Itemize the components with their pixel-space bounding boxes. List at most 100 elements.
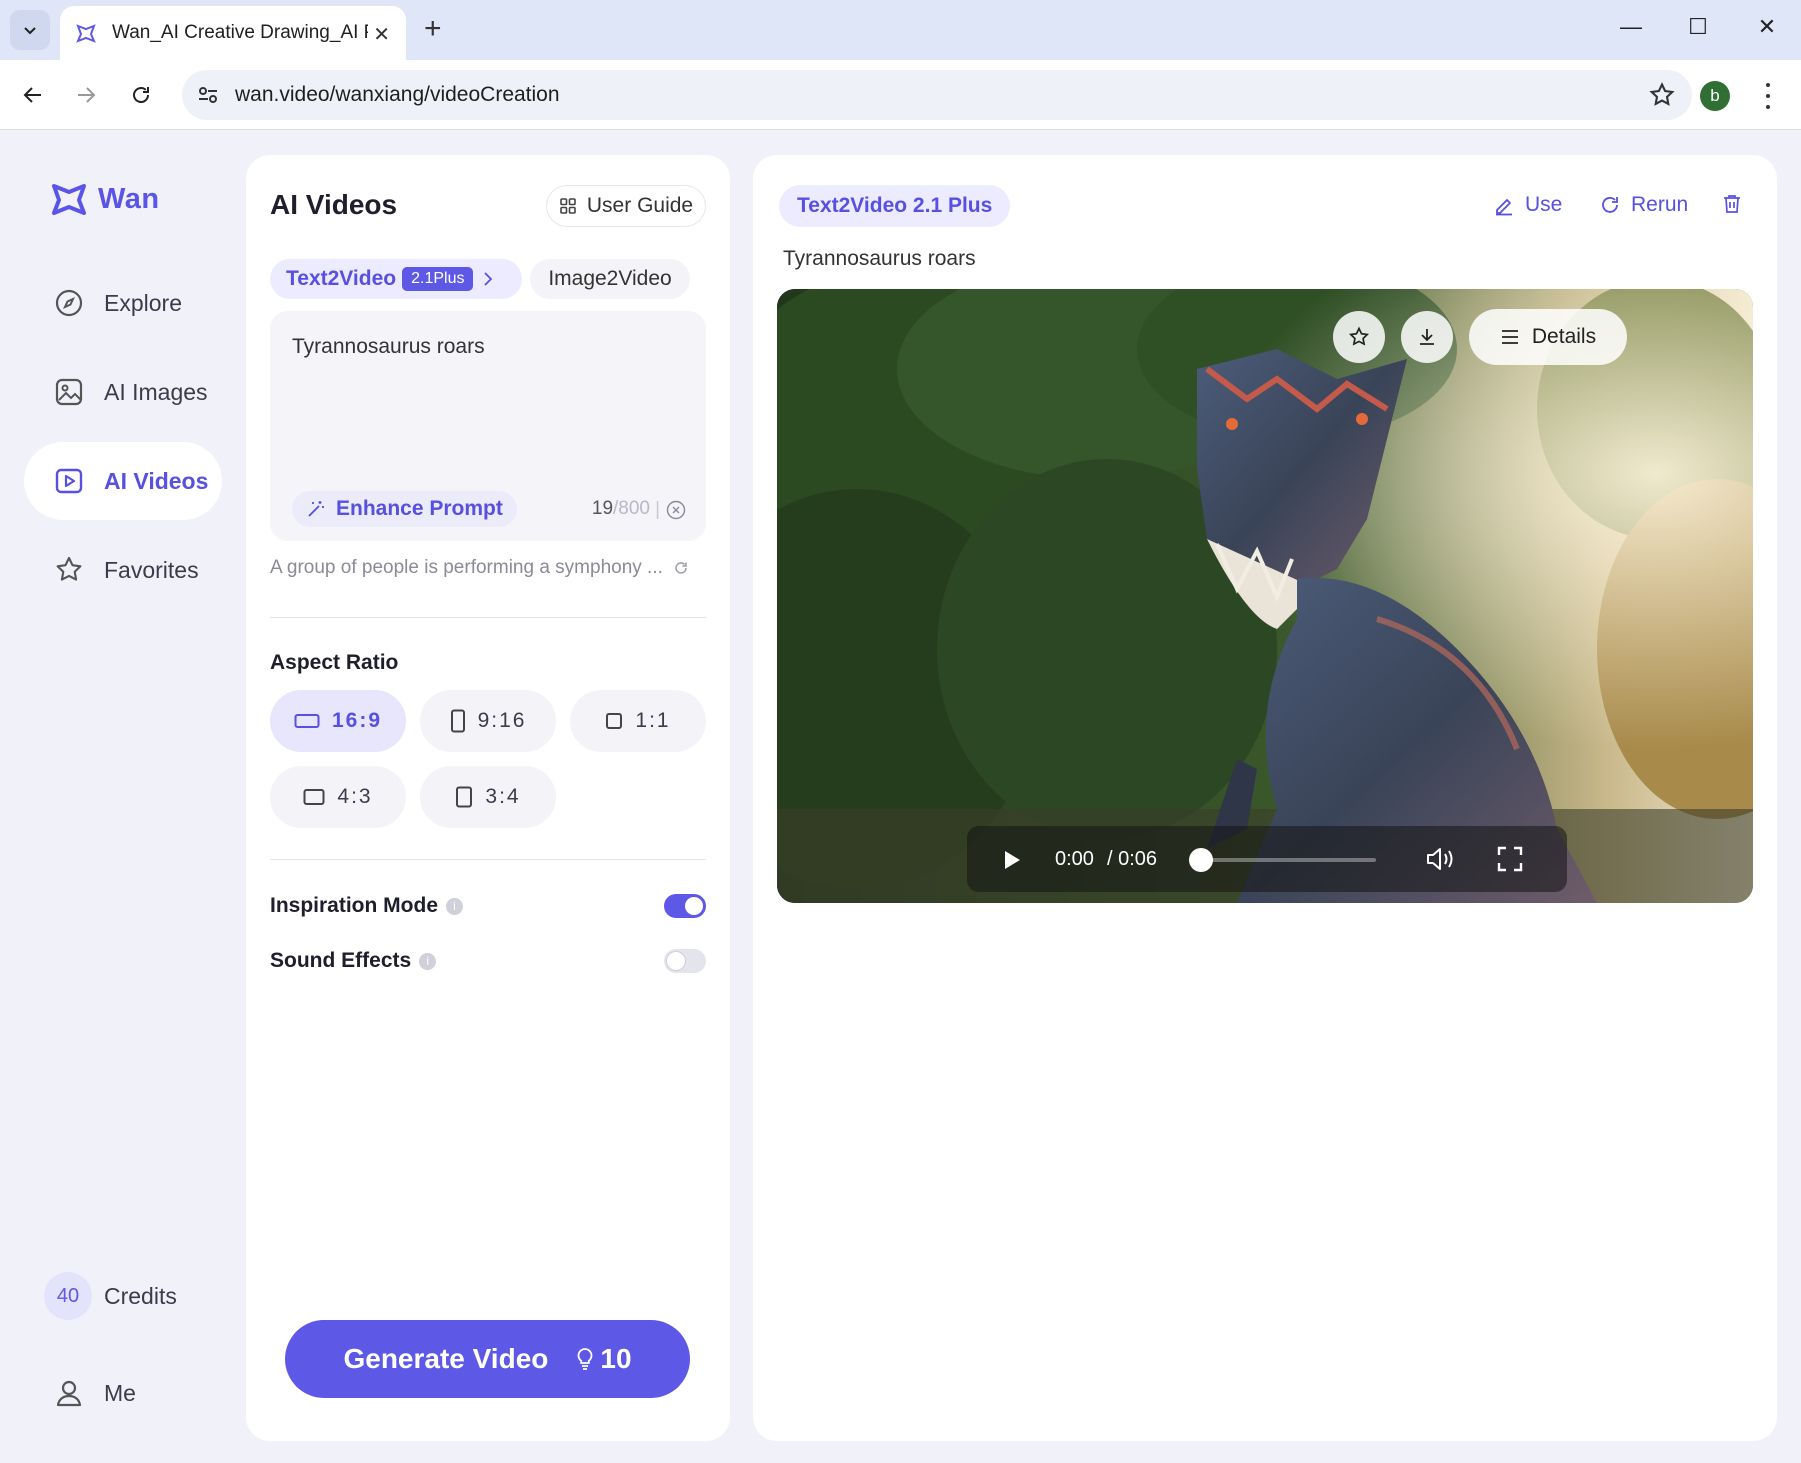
rerun-icon <box>1602 197 1618 213</box>
use-button[interactable]: Use <box>1493 193 1562 217</box>
enhance-prompt-label: Enhance Prompt <box>336 497 503 520</box>
user-icon <box>56 1380 82 1407</box>
logo-text: Wan <box>98 182 160 215</box>
delete-button[interactable] <box>1721 193 1753 215</box>
browser-menu-button[interactable] <box>1760 80 1776 112</box>
star-icon <box>1348 326 1370 346</box>
minimize-button[interactable]: — <box>1616 14 1646 40</box>
sound-effects-toggle[interactable] <box>664 949 706 973</box>
creation-panel: AI Videos User Guide Text2Video 2.1Plus … <box>246 155 730 1441</box>
url-text[interactable]: wan.video/wanxiang/videoCreation <box>235 83 560 107</box>
sidebar-item-favorites[interactable]: Favorites <box>24 531 222 609</box>
info-icon[interactable]: i <box>419 952 437 970</box>
portrait-3-4-icon <box>456 786 473 808</box>
square-icon <box>606 713 623 729</box>
total-time: / 0:06 <box>1107 848 1158 870</box>
site-settings-icon[interactable] <box>196 83 220 107</box>
fullscreen-icon[interactable] <box>1497 846 1523 872</box>
refresh-icon[interactable] <box>673 560 689 576</box>
maximize-button[interactable]: ☐ <box>1683 14 1713 40</box>
sidebar-item-me[interactable]: Me <box>54 1378 136 1408</box>
inspiration-mode-toggle[interactable] <box>664 894 706 918</box>
generate-label: Generate Video <box>343 1343 549 1374</box>
sound-effects-row: Sound Effects i <box>270 946 706 976</box>
favorite-video-button[interactable] <box>1333 311 1385 363</box>
ratio-16-9-button[interactable]: 16:9 <box>270 690 406 752</box>
character-count: 19/800 <box>591 498 650 519</box>
sidebar-item-label: Explore <box>104 289 182 316</box>
image-icon <box>55 378 83 406</box>
use-label: Use <box>1525 193 1563 216</box>
sidebar-item-label: Favorites <box>104 556 199 583</box>
count-divider: | <box>655 499 660 520</box>
landscape-icon <box>294 714 320 728</box>
magic-wand-icon <box>308 501 324 517</box>
forward-button[interactable] <box>69 78 103 112</box>
ratio-3-4-button[interactable]: 3:4 <box>420 766 556 828</box>
user-guide-button[interactable]: User Guide <box>546 185 706 227</box>
tab-title: Wan_AI Creative Drawing_AI Pa <box>112 22 368 43</box>
enhance-prompt-button[interactable]: Enhance Prompt <box>292 491 517 527</box>
inspiration-mode-label: Inspiration Mode <box>270 894 438 917</box>
details-button[interactable]: Details <box>1469 309 1627 365</box>
seek-bar[interactable] <box>1189 848 1376 872</box>
star-icon <box>56 556 82 581</box>
edit-icon <box>1496 199 1512 216</box>
lightbulb-icon <box>577 1348 593 1370</box>
wan-logo[interactable]: Wan <box>48 178 160 220</box>
version-badge: 2.1Plus <box>402 267 474 291</box>
browser-tab[interactable]: Wan_AI Creative Drawing_AI Pa ✕ <box>60 6 406 60</box>
generate-video-button[interactable]: Generate Video 10 <box>285 1320 690 1398</box>
sidebar-item-explore[interactable]: Explore <box>24 264 222 342</box>
sidebar-item-label: AI Images <box>104 378 208 405</box>
result-panel: Text2Video 2.1 Plus Use Rerun Tyrannosau… <box>753 155 1777 1441</box>
play-icon[interactable] <box>1003 850 1021 870</box>
rerun-label: Rerun <box>1631 193 1689 216</box>
tab-text2video[interactable]: Text2Video 2.1Plus <box>270 259 522 299</box>
ratio-9-16-button[interactable]: 9:16 <box>420 690 556 752</box>
credits-label: Credits <box>104 1282 177 1309</box>
app-sidebar: Wan Explore AI Images AI Videos Favorite… <box>0 130 240 1463</box>
ratio-1-1-button[interactable]: 1:1 <box>570 690 706 752</box>
volume-icon[interactable] <box>1425 846 1455 872</box>
prompt-text[interactable]: Tyrannosaurus roars <box>292 335 485 359</box>
sidebar-item-ai-images[interactable]: AI Images <box>24 353 222 431</box>
prompt-suggestion[interactable]: A group of people is performing a sympho… <box>270 557 689 579</box>
video-icon <box>55 468 83 494</box>
page-title: AI Videos <box>270 189 398 220</box>
credits-count: 40 <box>44 1272 92 1320</box>
generate-cost: 10 <box>576 1343 632 1375</box>
trash-icon <box>1724 195 1740 213</box>
current-time: 0:00 <box>1055 848 1094 870</box>
profile-avatar[interactable]: b <box>1700 81 1730 111</box>
address-bar[interactable]: wan.video/wanxiang/videoCreation <box>182 70 1692 120</box>
info-icon[interactable]: i <box>446 897 463 915</box>
tab-search-button[interactable] <box>10 10 50 50</box>
back-button[interactable] <box>16 78 50 112</box>
chevron-right-icon[interactable] <box>481 271 495 287</box>
sidebar-item-ai-videos[interactable]: AI Videos <box>24 442 222 520</box>
user-guide-label: User Guide <box>586 194 694 217</box>
clear-icon[interactable] <box>666 500 686 520</box>
divider <box>270 859 706 860</box>
tab-image2video[interactable]: Image2Video <box>530 259 690 299</box>
seek-handle[interactable] <box>1189 848 1213 872</box>
chevron-down-icon <box>24 27 36 35</box>
ratio-4-3-button[interactable]: 4:3 <box>270 766 406 828</box>
new-tab-button[interactable]: + <box>424 12 442 46</box>
compass-icon <box>55 289 83 317</box>
close-tab-icon[interactable]: ✕ <box>373 22 390 47</box>
suggestion-text: A group of people is performing a sympho… <box>270 557 663 578</box>
reload-button[interactable] <box>124 78 158 112</box>
result-prompt: Tyrannosaurus roars <box>783 247 976 270</box>
close-window-button[interactable]: ✕ <box>1752 14 1782 40</box>
prompt-input[interactable]: Tyrannosaurus roars Enhance Prompt 19/80… <box>270 311 706 541</box>
rerun-button[interactable]: Rerun <box>1599 193 1688 217</box>
bookmark-star-icon[interactable] <box>1648 81 1676 109</box>
download-video-button[interactable] <box>1401 311 1453 363</box>
credits-indicator[interactable]: 40 Credits <box>44 1272 177 1320</box>
sound-effects-label: Sound Effects <box>270 949 412 972</box>
divider <box>270 617 706 618</box>
video-player[interactable]: Details 0:00 / 0:06 <box>777 289 1753 903</box>
arrow-left-icon <box>23 87 41 103</box>
